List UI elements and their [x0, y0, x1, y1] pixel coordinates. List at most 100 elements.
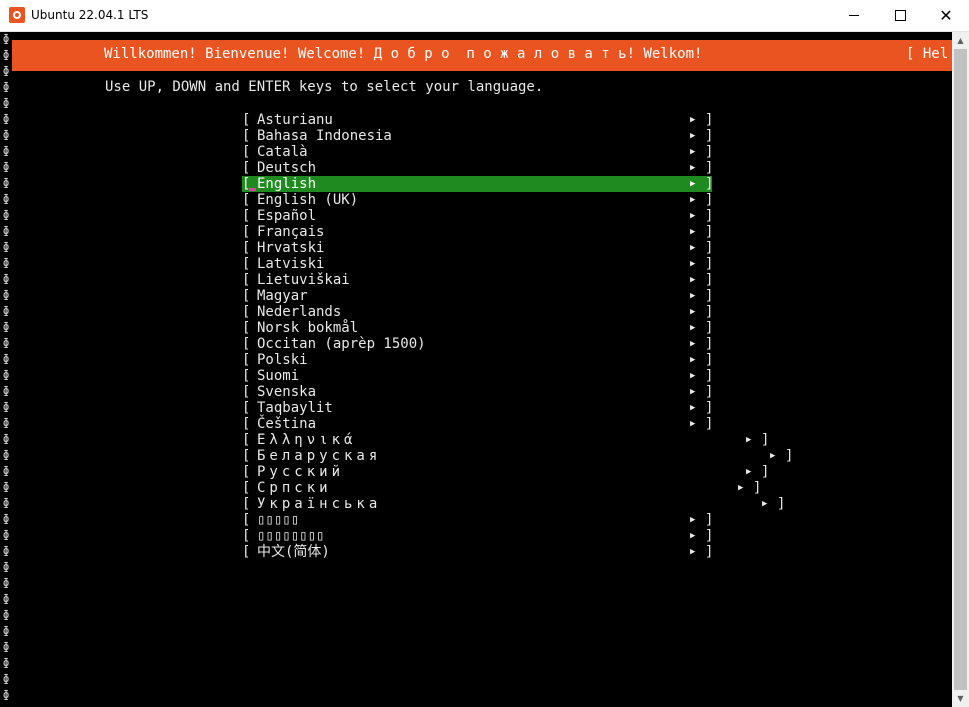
gutter-glyph: ɸ	[2, 576, 10, 589]
open-bracket: [	[242, 368, 251, 384]
submenu-arrow-icon: ▶	[690, 211, 696, 221]
gutter-glyph: ɸ	[2, 384, 10, 397]
language-item[interactable]: [Suomi ▶]	[242, 368, 713, 384]
close-bracket: ]	[705, 224, 714, 240]
minimize-button[interactable]	[831, 0, 877, 31]
language-item[interactable]: [Taqbaylit ▶]	[242, 400, 714, 416]
gutter-glyph: ɸ	[2, 608, 10, 621]
close-bracket: ]	[705, 192, 714, 208]
submenu-arrow-icon: ▶	[690, 131, 696, 141]
language-item[interactable]: [Українська ▶]	[242, 496, 785, 512]
language-item[interactable]: [Nederlands ▶]	[242, 304, 713, 320]
submenu-arrow-icon: ▶	[690, 371, 696, 381]
language-item[interactable]: [Lietuviškai ▶]	[242, 272, 714, 288]
vertical-scrollbar[interactable]: ▲ ▼	[952, 32, 969, 707]
maximize-button[interactable]	[877, 0, 923, 31]
scroll-down-button[interactable]: ▼	[952, 690, 969, 707]
language-item[interactable]: [Беларуская ▶]	[242, 448, 793, 464]
gutter-glyph: ɸ	[2, 512, 10, 525]
submenu-arrow-icon: ▶	[690, 323, 696, 333]
close-button[interactable]: ✕	[923, 0, 969, 31]
language-label: Svenska	[257, 384, 317, 400]
language-item[interactable]: [Српски ▶]	[242, 480, 761, 496]
open-bracket: [	[242, 528, 251, 544]
submenu-arrow-icon: ▶	[762, 499, 768, 509]
language-item[interactable]: [▯▯▯▯▯ ▶]	[242, 512, 713, 528]
help-button[interactable]: [ Hel	[906, 46, 948, 62]
gutter-glyph: ɸ	[2, 272, 10, 285]
scroll-thumb[interactable]	[954, 49, 967, 690]
language-item[interactable]: [Magyar ▶]	[242, 288, 713, 304]
language-label: English (UK)	[257, 192, 359, 208]
open-bracket: [	[242, 208, 251, 224]
submenu-arrow-icon: ▶	[746, 435, 752, 445]
gutter-glyph: ɸ	[2, 112, 10, 125]
close-bracket: ]	[705, 256, 714, 272]
gutter-glyph: ɸ	[2, 320, 10, 333]
language-item[interactable]: [Ελληνικά ▶]	[242, 432, 769, 448]
language-label: Bahasa Indonesia	[257, 128, 392, 144]
close-icon: ✕	[939, 5, 953, 25]
language-label: Hrvatski	[257, 240, 325, 256]
close-bracket: ]	[777, 496, 786, 512]
language-item[interactable]: [Asturianu ▶]	[242, 112, 713, 128]
gutter-glyph: ɸ	[2, 624, 10, 637]
language-label: Lietuviškai	[257, 272, 350, 288]
gutter-glyph: ɸ	[2, 640, 10, 653]
language-label: Polski	[257, 352, 308, 368]
open-bracket: [	[242, 512, 251, 528]
language-item[interactable]: [Español ▶]	[242, 208, 713, 224]
gutter-column: ɸɸɸɸɸɸɸɸɸɸɸɸɸɸɸɸɸɸɸɸɸɸɸɸɸɸɸɸɸɸɸɸɸɸɸɸɸɸɸɸ…	[0, 32, 12, 707]
close-bracket: ]	[705, 400, 714, 416]
gutter-glyph: ɸ	[2, 432, 10, 445]
language-item[interactable]: [Polski ▶]	[242, 352, 713, 368]
language-item[interactable]: [English (UK) ▶]	[242, 192, 714, 208]
close-bracket: ]	[705, 528, 714, 544]
open-bracket: [	[242, 480, 251, 496]
close-bracket: ]	[705, 272, 714, 288]
gutter-glyph: ɸ	[2, 560, 10, 573]
language-item[interactable]: [Latviski ▶]	[242, 256, 714, 272]
submenu-arrow-icon: ▶	[690, 195, 696, 205]
title-bar[interactable]: Ubuntu 22.04.1 LTS ✕	[0, 0, 969, 32]
gutter-glyph: ɸ	[2, 288, 10, 301]
open-bracket: [	[242, 544, 251, 560]
language-item[interactable]: [Čeština ▶]	[242, 416, 713, 432]
language-label: Deutsch	[257, 160, 317, 176]
language-item[interactable]: [Русский ▶]	[242, 464, 769, 480]
language-label: English	[257, 176, 317, 192]
close-bracket: ]	[705, 240, 714, 256]
language-item[interactable]: [Bahasa Indonesia ▶]	[242, 128, 713, 144]
language-item[interactable]: [Hrvatski ▶]	[242, 240, 714, 256]
gutter-glyph: ɸ	[2, 464, 10, 477]
language-label: 中文(简体)	[257, 544, 330, 560]
language-item[interactable]: [Deutsch ▶]	[242, 160, 714, 176]
language-item[interactable]: [Français ▶]	[242, 224, 714, 240]
language-item[interactable]: [Svenska ▶]	[242, 384, 713, 400]
submenu-arrow-icon: ▶	[690, 387, 696, 397]
banner-welcome-text: Willkommen! Bienvenue! Welcome! Д о б р …	[104, 46, 703, 62]
close-bracket: ]	[705, 160, 714, 176]
text-cursor	[249, 188, 256, 191]
language-item[interactable]: [Català ▶]	[242, 144, 713, 160]
ubuntu-logo-icon	[9, 7, 25, 23]
open-bracket: [	[242, 128, 251, 144]
language-label: Català	[257, 144, 308, 160]
gutter-glyph: ɸ	[2, 256, 10, 269]
open-bracket: [	[242, 336, 251, 352]
gutter-glyph: ɸ	[2, 304, 10, 317]
language-item[interactable]: [Occitan (aprèp 1500) ▶]	[242, 336, 713, 352]
language-item[interactable]: [▯▯▯▯▯▯▯▯ ▶]	[242, 528, 714, 544]
language-item[interactable]: [Norsk bokmål ▶]	[242, 320, 713, 336]
gutter-glyph: ɸ	[2, 144, 10, 157]
language-item[interactable]: [English ▶]	[242, 176, 713, 192]
language-label: Español	[257, 208, 317, 224]
terminal-area[interactable]: ɸɸɸɸɸɸɸɸɸɸɸɸɸɸɸɸɸɸɸɸɸɸɸɸɸɸɸɸɸɸɸɸɸɸɸɸɸɸɸɸ…	[0, 32, 952, 707]
language-item[interactable]: [中文(简体) ▶]	[242, 544, 713, 560]
language-label: Latviski	[257, 256, 325, 272]
language-label: Occitan (aprèp 1500)	[257, 336, 426, 352]
open-bracket: [	[242, 416, 251, 432]
scroll-up-button[interactable]: ▲	[952, 32, 969, 49]
submenu-arrow-icon: ▶	[690, 243, 696, 253]
submenu-arrow-icon: ▶	[690, 419, 696, 429]
